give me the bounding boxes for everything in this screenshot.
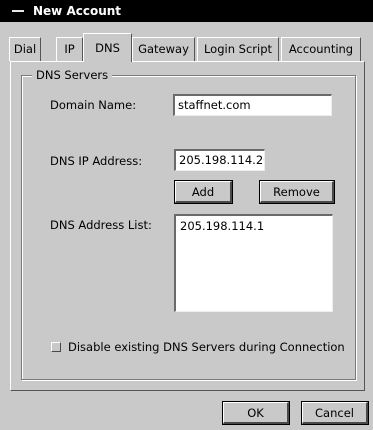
dns-ip-field[interactable]: 205.198.114.20 bbox=[174, 149, 265, 171]
window-title: New Account bbox=[33, 4, 122, 18]
tab-gateway-label: Gateway bbox=[138, 42, 189, 56]
cancel-button[interactable]: Cancel bbox=[301, 401, 369, 425]
dns-ip-label: DNS IP Address: bbox=[50, 154, 143, 168]
tab-dial-label: Dial bbox=[13, 42, 37, 56]
disable-dns-checkbox[interactable] bbox=[51, 342, 61, 352]
new-account-dialog: New Account Dial IP DNS Gateway Login Sc… bbox=[0, 0, 373, 430]
tab-login-script-label: Login Script bbox=[203, 42, 273, 56]
tab-dial[interactable]: Dial bbox=[9, 37, 41, 61]
remove-button[interactable]: Remove bbox=[259, 180, 335, 204]
dns-address-list-label: DNS Address List: bbox=[50, 218, 152, 232]
cancel-button-label: Cancel bbox=[315, 406, 354, 420]
disable-dns-checkbox-label[interactable]: Disable existing DNS Servers during Conn… bbox=[68, 340, 345, 354]
list-item[interactable]: 205.198.114.1 bbox=[180, 219, 328, 233]
add-button-label: Add bbox=[191, 185, 215, 199]
tab-dns-label: DNS bbox=[95, 41, 120, 55]
remove-button-label: Remove bbox=[273, 185, 320, 199]
dns-address-list[interactable]: 205.198.114.1 bbox=[174, 214, 333, 312]
ok-button-label: OK bbox=[247, 406, 264, 420]
tab-accounting[interactable]: Accounting bbox=[281, 37, 361, 61]
tab-login-script[interactable]: Login Script bbox=[197, 37, 279, 61]
domain-name-field[interactable]: staffnet.com bbox=[173, 94, 332, 116]
add-button[interactable]: Add bbox=[174, 180, 233, 204]
title-bar[interactable]: New Account bbox=[0, 0, 373, 22]
tab-ip[interactable]: IP bbox=[56, 37, 83, 61]
dns-servers-legend: DNS Servers bbox=[32, 68, 113, 82]
tab-gateway[interactable]: Gateway bbox=[132, 37, 195, 61]
tab-dns[interactable]: DNS bbox=[83, 33, 132, 62]
dns-ip-value: 205.198.114.20 bbox=[179, 153, 265, 167]
tab-accounting-label: Accounting bbox=[288, 42, 354, 56]
window-menu-icon[interactable] bbox=[12, 10, 24, 12]
ok-button[interactable]: OK bbox=[222, 401, 290, 425]
domain-name-label: Domain Name: bbox=[50, 98, 137, 112]
domain-name-value: staffnet.com bbox=[178, 98, 251, 112]
tab-ip-label: IP bbox=[64, 42, 75, 56]
